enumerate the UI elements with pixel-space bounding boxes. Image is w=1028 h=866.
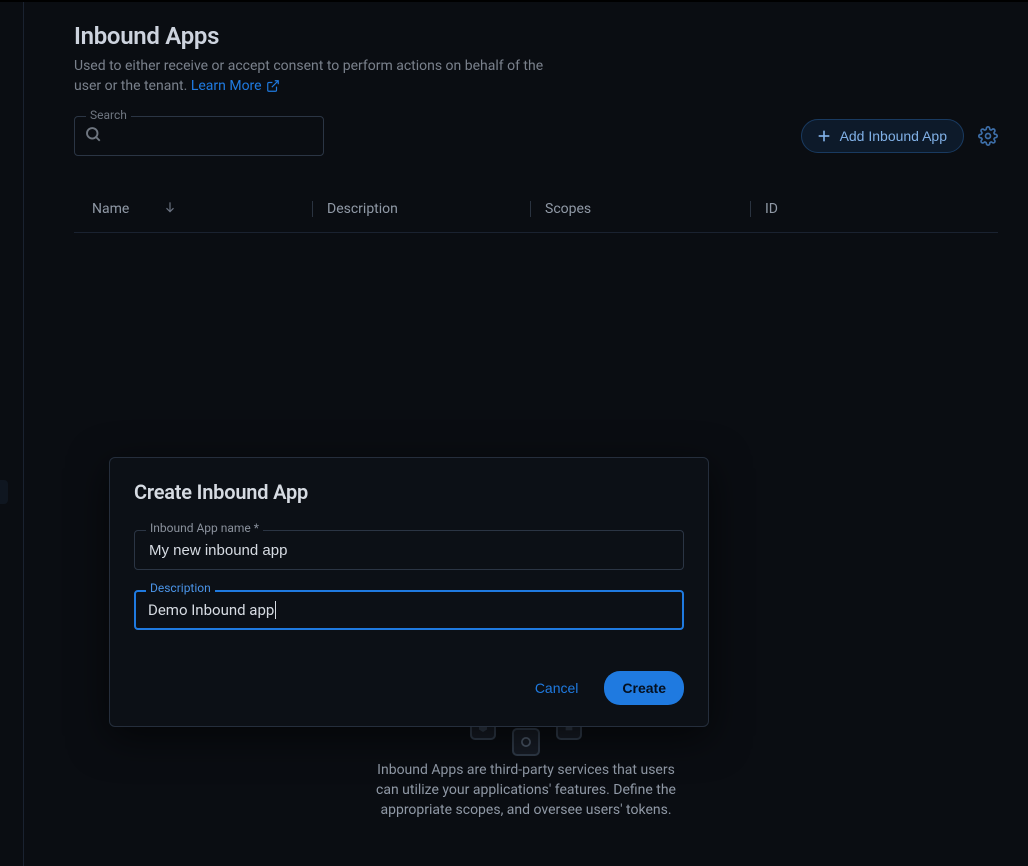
left-rail: [0, 2, 24, 866]
gear-icon: [978, 126, 998, 146]
column-description-label: Description: [327, 201, 398, 217]
learn-more-label: Learn More: [191, 76, 262, 96]
page-content: Inbound Apps Used to either receive or a…: [24, 2, 1028, 866]
description-field-wrap: Description Demo Inbound app: [134, 590, 684, 630]
search-input[interactable]: [74, 116, 324, 156]
external-link-icon: [266, 79, 280, 93]
modal-title: Create Inbound App: [134, 480, 684, 504]
add-button-label: Add Inbound App: [840, 128, 947, 144]
page-description-text: Used to either receive or accept consent…: [74, 58, 543, 94]
empty-state-text: Inbound Apps are third-party services th…: [376, 760, 676, 820]
inbound-app-name-label: Inbound App name *: [146, 521, 263, 535]
modal-actions: Cancel Create: [134, 670, 684, 706]
table-header: Name Description Scopes ID: [74, 186, 998, 233]
inbound-app-name-input[interactable]: [134, 530, 684, 570]
column-name-label: Name: [92, 201, 129, 217]
column-id-label: ID: [765, 201, 778, 217]
column-header-scopes[interactable]: Scopes: [530, 201, 750, 217]
cancel-button[interactable]: Cancel: [519, 670, 595, 706]
page-title: Inbound Apps: [74, 22, 998, 50]
empty-icon-box: [512, 728, 540, 756]
plus-icon: [816, 128, 832, 144]
search-field: Search: [74, 116, 324, 156]
column-header-description[interactable]: Description: [312, 201, 530, 217]
description-input[interactable]: [134, 590, 684, 630]
search-label: Search: [86, 108, 131, 122]
inbound-app-name-field-wrap: Inbound App name *: [134, 530, 684, 570]
column-header-name[interactable]: Name: [74, 200, 312, 218]
toolbar: Search Add Inbound App: [74, 116, 998, 156]
add-inbound-app-button[interactable]: Add Inbound App: [801, 119, 964, 153]
page-description: Used to either receive or accept consent…: [74, 56, 544, 96]
description-label: Description: [146, 581, 215, 595]
empty-state: Inbound Apps are third-party services th…: [376, 712, 676, 820]
column-scopes-label: Scopes: [545, 201, 591, 217]
create-button[interactable]: Create: [604, 671, 684, 705]
create-inbound-app-modal: Create Inbound App Inbound App name * De…: [109, 457, 709, 727]
search-icon: [84, 125, 102, 147]
sort-down-icon: [163, 200, 177, 218]
settings-button[interactable]: [978, 126, 998, 146]
learn-more-link[interactable]: Learn More: [191, 76, 280, 96]
toolbar-right: Add Inbound App: [801, 119, 998, 153]
column-header-id[interactable]: ID: [750, 201, 998, 217]
